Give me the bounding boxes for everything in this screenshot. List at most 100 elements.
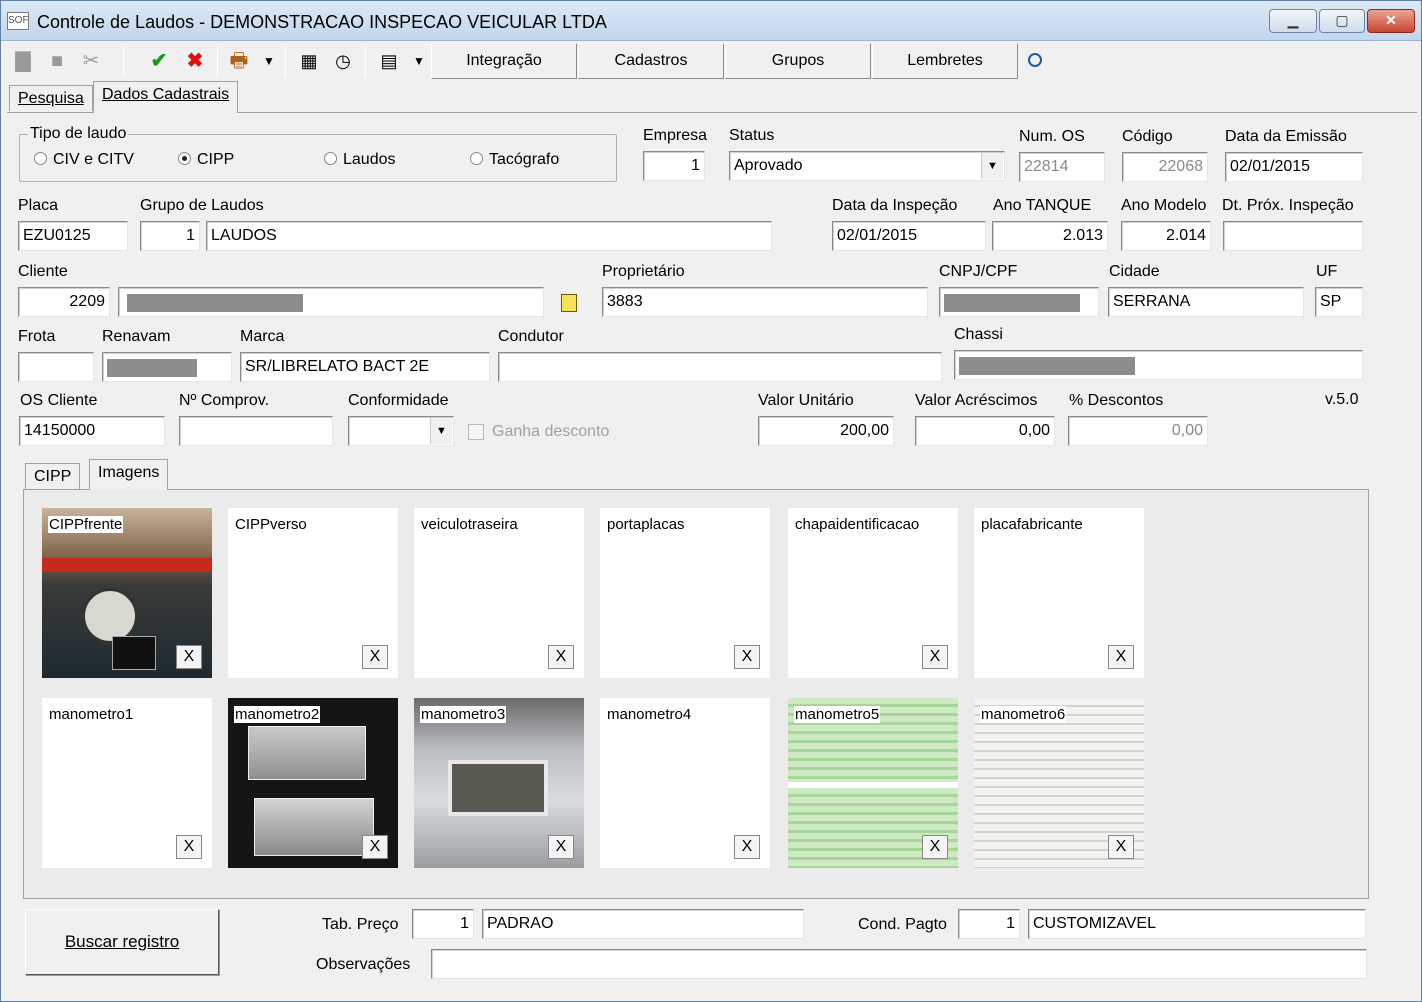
tab-dados-cadastrais[interactable]: Dados Cadastrais: [93, 81, 239, 113]
ano-modelo-field[interactable]: 2.014: [1121, 221, 1211, 251]
valor-unitario-field[interactable]: 200,00: [758, 416, 894, 446]
radio-cipp[interactable]: CIPP: [178, 151, 234, 169]
cond-pagto-nome-field[interactable]: CUSTOMIZAVEL: [1028, 909, 1366, 939]
image-slot[interactable]: placafabricante X: [974, 508, 1144, 678]
grupos-button[interactable]: Grupos: [725, 43, 871, 79]
status-indicator-icon: [1028, 53, 1042, 67]
print-dropdown-icon[interactable]: ▼: [257, 49, 281, 73]
grupo-nome-field[interactable]: LAUDOS: [206, 221, 772, 251]
image-slot[interactable]: chapaidentificacao X: [788, 508, 958, 678]
image-caption: placafabricante: [981, 516, 1083, 533]
image-slot[interactable]: manometro6 X: [974, 698, 1144, 868]
frota-label: Frota: [18, 328, 56, 345]
marca-field[interactable]: SR/LIBRELATO BACT 2E: [240, 352, 490, 382]
data-inspecao-field[interactable]: 02/01/2015: [832, 221, 986, 251]
cnpj-cpf-label: CNPJ/CPF: [939, 263, 1018, 280]
buscar-registro-button[interactable]: Buscar registro: [25, 909, 219, 975]
remove-image-button[interactable]: X: [548, 835, 574, 859]
windows-dropdown-icon[interactable]: ▼: [407, 49, 431, 73]
tab-pesquisa[interactable]: Pesquisa: [9, 85, 93, 111]
status-select[interactable]: Aprovado ▼: [729, 151, 1005, 181]
image-slot[interactable]: manometro4 X: [600, 698, 770, 868]
integracao-button[interactable]: Integração: [431, 43, 577, 79]
lembretes-button[interactable]: Lembretes: [872, 43, 1018, 79]
empresa-field[interactable]: 1: [643, 151, 705, 181]
remove-image-button[interactable]: X: [1108, 645, 1134, 669]
radio-tacografo[interactable]: Tacógrafo: [470, 151, 559, 169]
remove-image-button[interactable]: X: [734, 645, 760, 669]
observacoes-field[interactable]: [431, 949, 1367, 979]
calculator-icon[interactable]: ▦: [297, 49, 321, 73]
cancel-x-icon[interactable]: ✖: [183, 49, 207, 73]
ano-modelo-label: Ano Modelo: [1121, 197, 1207, 214]
maximize-button[interactable]: ▢: [1319, 9, 1365, 33]
radio-civ-citv[interactable]: CIV e CITV: [34, 151, 134, 169]
ano-tanque-field[interactable]: 2.013: [992, 221, 1108, 251]
remove-image-button[interactable]: X: [922, 645, 948, 669]
window-list-icon[interactable]: ▤: [377, 49, 401, 73]
chevron-down-icon[interactable]: ▼: [981, 153, 1003, 179]
clock-icon[interactable]: ◷: [331, 49, 355, 73]
remove-image-button[interactable]: X: [1108, 835, 1134, 859]
confirm-check-icon[interactable]: ✔: [147, 49, 171, 73]
dt-prox-inspecao-field[interactable]: [1223, 221, 1363, 251]
minimize-button[interactable]: ▁: [1269, 9, 1317, 33]
marca-label: Marca: [240, 328, 285, 345]
remove-image-button[interactable]: X: [176, 645, 202, 669]
proprietario-field[interactable]: 3883: [602, 287, 928, 317]
status-value: Aprovado: [734, 157, 803, 174]
redacted-block: [107, 359, 197, 377]
tipo-laudo-group: Tipo de laudo CIV e CITV CIPP Laudos Tac…: [19, 125, 617, 182]
remove-image-button[interactable]: X: [922, 835, 948, 859]
image-slot[interactable]: manometro3 X: [414, 698, 584, 868]
remove-image-button[interactable]: X: [176, 835, 202, 859]
chassi-field[interactable]: [954, 350, 1363, 380]
note-icon[interactable]: [561, 294, 577, 312]
cond-pagto-codigo-field[interactable]: 1: [958, 909, 1020, 939]
cadastros-button[interactable]: Cadastros: [578, 43, 724, 79]
cliente-nome-field[interactable]: [118, 287, 544, 317]
frota-field[interactable]: [18, 352, 94, 382]
tab-preco-codigo-field[interactable]: 1: [412, 909, 474, 939]
image-slot[interactable]: manometro1 X: [42, 698, 212, 868]
remove-image-button[interactable]: X: [362, 835, 388, 859]
tab-imagens[interactable]: Imagens: [89, 459, 169, 490]
cidade-field[interactable]: SERRANA: [1108, 287, 1304, 317]
close-button[interactable]: ✕: [1367, 9, 1415, 33]
image-slot[interactable]: portaplacas X: [600, 508, 770, 678]
cliente-codigo-field[interactable]: 2209: [18, 287, 110, 317]
app-icon: SOF: [7, 12, 29, 30]
image-slot[interactable]: CIPPverso X: [228, 508, 398, 678]
new-document-icon[interactable]: ▇: [11, 49, 35, 73]
image-slot[interactable]: manometro5 X: [788, 698, 958, 868]
tab-preco-nome-field[interactable]: PADRAO: [482, 909, 804, 939]
ganha-desconto-checkbox[interactable]: [468, 424, 484, 440]
valor-acrescimos-field[interactable]: 0,00: [915, 416, 1055, 446]
tab-cipp[interactable]: CIPP: [25, 463, 81, 489]
placa-field[interactable]: EZU0125: [18, 221, 128, 251]
valor-unitario-label: Valor Unitário: [758, 392, 854, 409]
image-slot[interactable]: veiculotraseira X: [414, 508, 584, 678]
remove-image-button[interactable]: X: [362, 645, 388, 669]
data-emissao-field[interactable]: 02/01/2015: [1225, 152, 1363, 182]
grupo-codigo-field[interactable]: 1: [140, 221, 200, 251]
remove-image-button[interactable]: X: [548, 645, 574, 669]
uf-field[interactable]: SP: [1315, 287, 1363, 317]
save-icon[interactable]: ■: [45, 49, 69, 73]
chevron-down-icon[interactable]: ▼: [430, 418, 452, 444]
cnpj-cpf-field[interactable]: [939, 287, 1099, 317]
renavam-field[interactable]: [102, 352, 232, 382]
app-window: SOF Controle de Laudos - DEMONSTRACAO IN…: [0, 0, 1422, 1002]
cut-icon[interactable]: ✂: [79, 49, 103, 73]
image-slot[interactable]: manometro2 X: [228, 698, 398, 868]
print-icon[interactable]: 🖶: [227, 49, 251, 73]
num-os-field: 22814: [1019, 152, 1105, 182]
remove-image-button[interactable]: X: [734, 835, 760, 859]
comprovante-label: Nº Comprov.: [179, 392, 270, 409]
comprovante-field[interactable]: [179, 416, 333, 446]
condutor-field[interactable]: [498, 352, 942, 382]
radio-laudos[interactable]: Laudos: [324, 151, 396, 169]
os-cliente-field[interactable]: 14150000: [19, 416, 165, 446]
image-slot[interactable]: CIPPfrente X: [42, 508, 212, 678]
conformidade-select[interactable]: ▼: [348, 416, 454, 446]
